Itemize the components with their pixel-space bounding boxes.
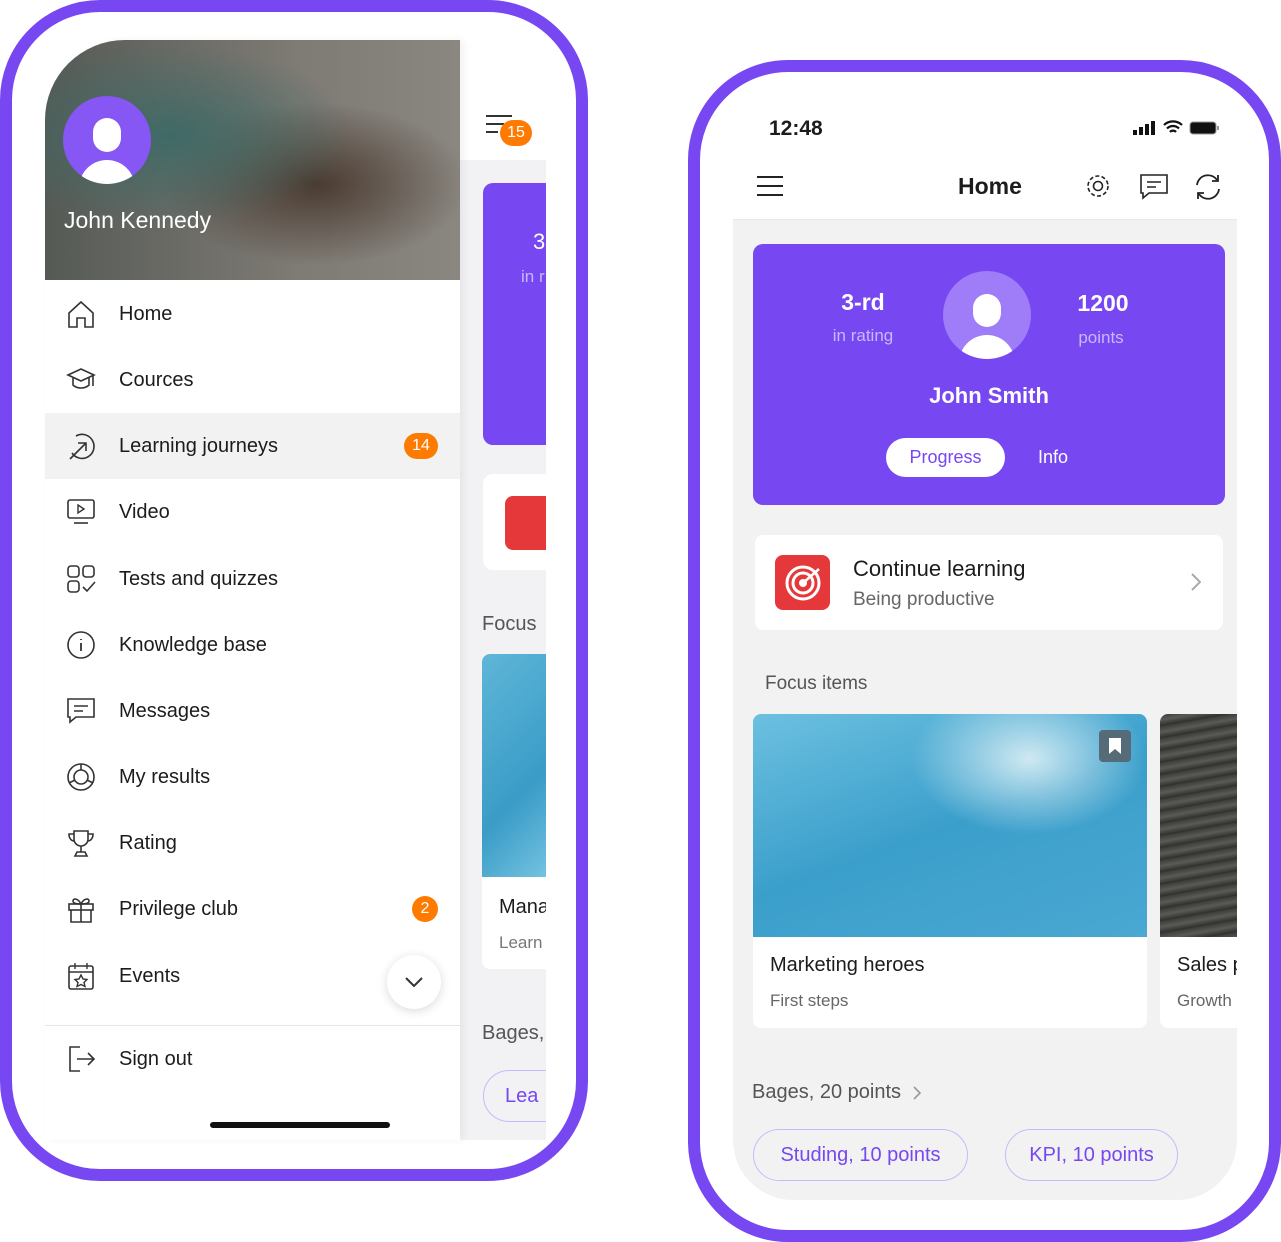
profile-avatar[interactable]: [943, 271, 1031, 359]
tab-progress[interactable]: Progress: [886, 438, 1005, 477]
home-indicator: [210, 1122, 390, 1128]
bookmark-icon[interactable]: [1099, 730, 1131, 762]
sidebar-item-label: Knowledge base: [119, 633, 267, 656]
results-icon: [64, 760, 98, 794]
focus-item-card[interactable]: Marketing heroes First steps: [753, 714, 1147, 1028]
message-icon[interactable]: [1139, 173, 1169, 201]
graduation-cap-icon: [64, 363, 98, 397]
sidebar-item-label: Video: [119, 500, 170, 523]
status-icons: [1133, 120, 1219, 135]
battery-icon: [1189, 121, 1219, 135]
sidebar-item-label: Learning journeys: [119, 434, 278, 457]
sidebar-item-tests-and-quizzes[interactable]: Tests and quizzes: [45, 546, 460, 612]
wifi-icon: [1163, 120, 1183, 133]
chevron-right-icon: [913, 1085, 921, 1100]
drawer-header: John Kennedy: [45, 40, 460, 280]
continue-learning-card[interactable]: Continue learning Being productive: [755, 535, 1223, 630]
behind-profile-card: 3 in r: [483, 183, 546, 445]
profile-card: 3-rd in rating 1200 points John Smith Pr…: [753, 244, 1225, 505]
calendar-star-icon: [64, 959, 98, 993]
menu-badge: 15: [500, 120, 532, 146]
focus-item-image: [753, 714, 1147, 937]
sidebar-item-badge: 14: [404, 433, 438, 459]
scroll-down-button[interactable]: [387, 955, 441, 1009]
home-screen: 12:48 Home 3-rd in rating 1200 points Jo…: [733, 100, 1237, 1200]
focus-items-title: Focus items: [765, 673, 868, 694]
sidebar-item-privilege-club[interactable]: Privilege club 2: [45, 876, 460, 942]
arrow-circle-icon: [64, 429, 98, 463]
status-time: 12:48: [769, 117, 823, 140]
target-icon: [505, 496, 546, 550]
chevron-right-icon: [1191, 573, 1201, 591]
sidebar-item-label: Cources: [119, 368, 194, 391]
bages-link[interactable]: Bages, 20 points: [752, 1081, 921, 1104]
trophy-icon: [64, 826, 98, 860]
focus-item-card[interactable]: Sales p Growth: [1160, 714, 1237, 1028]
sidebar-item-my-results[interactable]: My results: [45, 744, 460, 810]
page-title: Home: [958, 173, 1022, 199]
sidebar-item-messages[interactable]: Messages: [45, 678, 460, 744]
video-icon: [64, 495, 98, 529]
sidebar-item-label: My results: [119, 765, 211, 788]
menu-button[interactable]: [757, 176, 783, 196]
sidebar-item-video[interactable]: Video: [45, 479, 460, 545]
focus-item-image: [1160, 714, 1237, 937]
sidebar-item-label: Messages: [119, 699, 211, 722]
signal-icon: [1133, 121, 1155, 135]
drawer-user-name: John Kennedy: [64, 207, 212, 233]
gift-icon: [64, 892, 98, 926]
sidebar-item-label: Privilege club: [119, 897, 238, 920]
profile-name: John Smith: [929, 383, 1049, 408]
sidebar-item-learning-journeys[interactable]: Learning journeys 14: [45, 413, 460, 479]
sidebar-item-label: Home: [119, 302, 173, 325]
refresh-icon[interactable]: [1193, 172, 1223, 202]
sidebar-item-badge: 2: [412, 896, 438, 922]
tests-grid-icon: [64, 562, 98, 596]
sidebar-item-rating[interactable]: Rating: [45, 810, 460, 876]
bage-pill[interactable]: Studing, 10 points: [753, 1129, 968, 1181]
sidebar-item-label: Events: [119, 964, 181, 987]
sidebar-item-home[interactable]: Home: [45, 281, 460, 347]
home-icon: [64, 297, 98, 331]
gear-icon[interactable]: [1084, 172, 1112, 200]
avatar[interactable]: [63, 96, 151, 184]
tab-info[interactable]: Info: [1023, 438, 1083, 477]
bage-pill[interactable]: KPI, 10 points: [1005, 1129, 1178, 1181]
sign-out-button[interactable]: Sign out: [45, 1026, 460, 1092]
sidebar-item-label: Tests and quizzes: [119, 567, 278, 590]
sidebar-item-label: Rating: [119, 831, 177, 854]
sign-out-icon: [64, 1042, 98, 1076]
info-icon: [64, 628, 98, 662]
target-icon: [775, 555, 830, 610]
message-icon: [64, 694, 98, 728]
sidebar-item-knowledge-base[interactable]: Knowledge base: [45, 612, 460, 678]
behind-screen: 15 3 in r Focus Mana Learn Bages, Lea: [460, 40, 546, 1140]
sidebar-item-cources[interactable]: Cources: [45, 347, 460, 413]
chevron-down-icon: [405, 977, 423, 987]
